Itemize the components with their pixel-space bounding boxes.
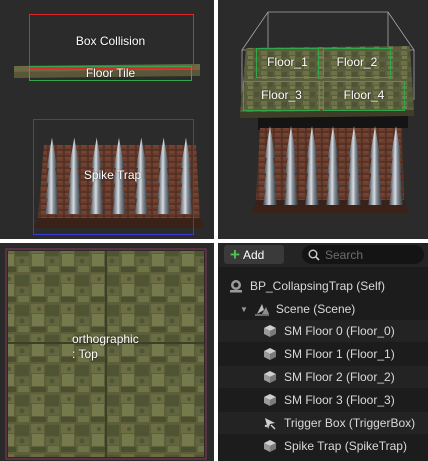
component-root-label: BP_CollapsingTrap (Self) <box>250 279 385 293</box>
component-scene[interactable]: ▼ Scene (Scene) <box>218 298 428 320</box>
components-toolbar: + Add Search <box>218 243 428 267</box>
floor-4-label: Floor_4 <box>343 88 385 102</box>
static-mesh-icon <box>262 323 278 339</box>
component-scene-label: Scene (Scene) <box>275 302 356 316</box>
component-row[interactable]: Spike Trap (SpikeTrap) <box>218 435 428 457</box>
view-mode-label: orthographic : Top <box>72 332 139 362</box>
scene-component-icon <box>254 301 270 317</box>
component-row-label: SM Floor 0 (Floor_0) <box>284 324 395 338</box>
component-row-label: SM Floor 3 (Floor_3) <box>284 393 395 407</box>
search-icon <box>308 249 320 261</box>
static-mesh-icon <box>262 438 278 454</box>
search-placeholder: Search <box>325 247 364 262</box>
actor-icon <box>228 278 244 294</box>
plus-icon: + <box>230 245 240 264</box>
component-row[interactable]: Trigger Box (TriggerBox) <box>218 412 428 434</box>
static-mesh-icon <box>262 392 278 408</box>
component-row-label: Trigger Box (TriggerBox) <box>284 416 416 430</box>
component-row[interactable]: SM Floor 0 (Floor_0) <box>218 320 428 342</box>
static-mesh-icon <box>262 346 278 362</box>
add-component-button[interactable]: + Add <box>224 245 284 264</box>
component-row[interactable]: SM Floor 2 (Floor_2) <box>218 366 428 388</box>
search-input[interactable]: Search <box>302 245 424 264</box>
component-row-label: Spike Trap (SpikeTrap) <box>284 439 407 453</box>
component-row-label: SM Floor 2 (Floor_2) <box>284 370 395 384</box>
component-row-label: SM Floor 1 (Floor_1) <box>284 347 395 361</box>
floor-3-label: Floor_3 <box>261 88 302 102</box>
static-mesh-icon <box>262 369 278 385</box>
viewport-orthographic-top[interactable]: orthographic : Top <box>0 243 214 461</box>
box-collision-label: Box Collision <box>75 34 146 48</box>
floor-tile-label: Floor Tile <box>85 66 136 80</box>
floor-1-label: Floor_1 <box>267 55 308 69</box>
components-panel: + Add Search BP_CollapsingTrap (Self) ▼ <box>218 243 428 461</box>
floor-2-label: Floor_2 <box>336 55 378 69</box>
component-row[interactable]: SM Floor 1 (Floor_1) <box>218 343 428 365</box>
add-button-label: Add <box>242 247 265 262</box>
view-mode-subtitle: : Top <box>72 347 98 361</box>
spike-trap-label: Spike Trap <box>83 168 142 182</box>
view-mode-title: orthographic <box>72 332 139 346</box>
viewport-perspective-floors[interactable]: Floor_1 Floor_2 Floor_3 Floor_4 <box>218 0 428 239</box>
trigger-box-icon <box>262 415 278 431</box>
component-row[interactable]: SM Floor 3 (Floor_3) <box>218 389 428 411</box>
scene-geometry <box>240 11 415 213</box>
component-root[interactable]: BP_CollapsingTrap (Self) <box>218 275 428 297</box>
expand-arrow-icon[interactable]: ▼ <box>240 305 248 314</box>
viewport-perspective[interactable]: Box Collision Floor Tile Spike Trap <box>0 0 214 239</box>
